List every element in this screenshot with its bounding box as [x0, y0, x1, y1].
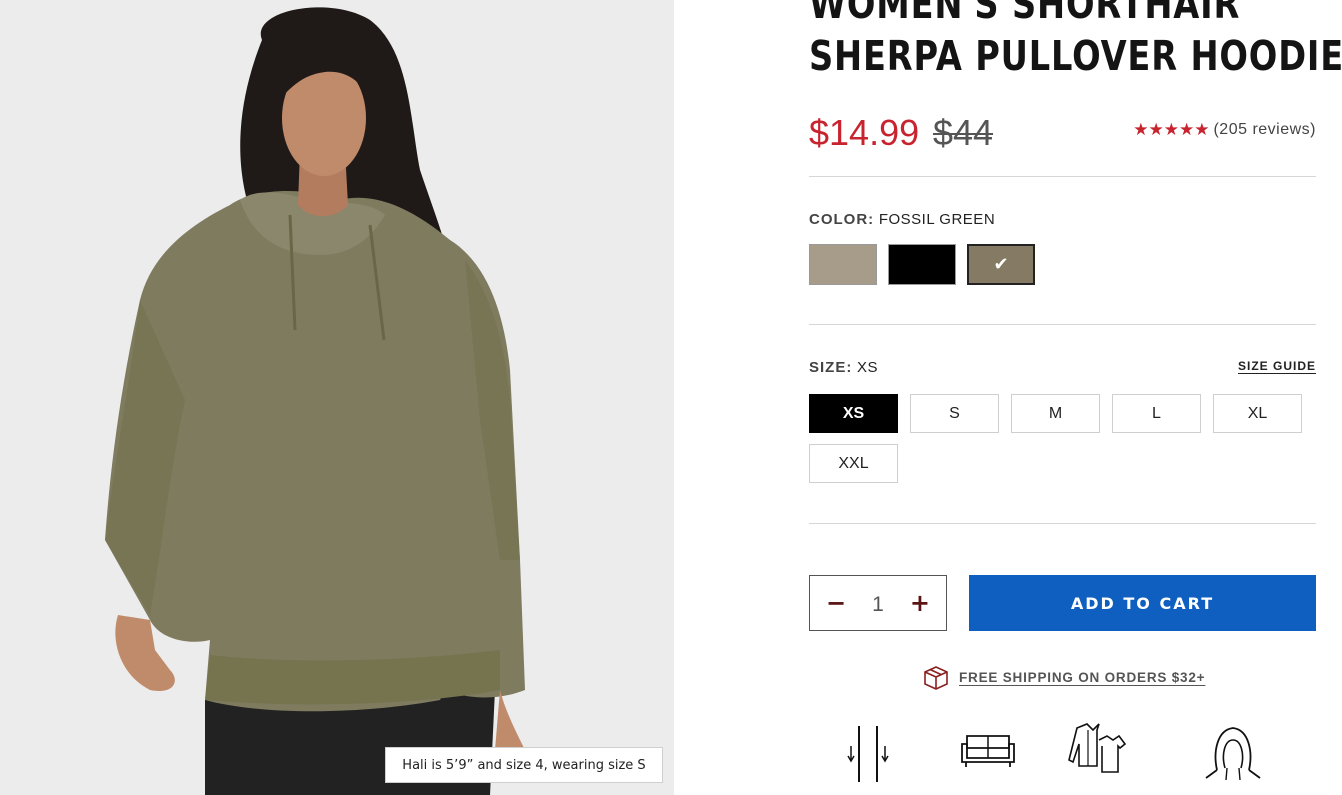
size-option-xxl[interactable]: XXL	[809, 444, 898, 483]
size-label-key: SIZE:	[809, 359, 853, 376]
product-title-line-2: SHERPA PULLOVER HOODIE	[809, 32, 1342, 80]
model-size-caption: Hali is 5’9” and size 4, wearing size S	[385, 747, 663, 783]
rating[interactable]: ★★★★★ (205 reviews)	[1133, 120, 1316, 140]
quantity-input[interactable]: 1	[872, 593, 884, 617]
sale-price: $14.99	[809, 112, 920, 153]
color-swatches: ✔	[809, 244, 1035, 285]
size-option-s[interactable]: S	[910, 394, 999, 433]
swatch-fossil-green[interactable]: ✔	[967, 244, 1035, 285]
model-photo	[0, 0, 674, 795]
size-options: XS S M L XL XXL	[809, 394, 1316, 483]
quantity-stepper: − 1 +	[809, 575, 947, 631]
product-image[interactable]: Hali is 5’9” and size 4, wearing size S	[0, 0, 674, 795]
size-guide-link[interactable]: SIZE GUIDE	[1238, 359, 1316, 373]
feature-icons	[835, 722, 1295, 792]
size-option-xl[interactable]: XL	[1213, 394, 1302, 433]
size-option-l[interactable]: L	[1112, 394, 1201, 433]
size-option-m[interactable]: M	[1011, 394, 1100, 433]
price-row: $14.99 $44 ★★★★★ (205 reviews)	[809, 112, 1316, 156]
length-icon	[847, 726, 889, 782]
star-rating-icon: ★★★★★	[1133, 120, 1210, 140]
size-option-xs[interactable]: XS	[809, 394, 898, 433]
original-price: $44	[933, 112, 994, 153]
divider	[809, 176, 1316, 177]
free-shipping-link[interactable]: FREE SHIPPING ON ORDERS $32+	[959, 670, 1205, 685]
review-count-link[interactable]: (205 reviews)	[1213, 121, 1316, 139]
minus-icon[interactable]: −	[826, 591, 846, 615]
plus-icon[interactable]: +	[910, 591, 930, 615]
free-shipping[interactable]: FREE SHIPPING ON ORDERS $32+	[922, 664, 1205, 690]
box-icon	[924, 666, 948, 690]
color-label-key: COLOR:	[809, 211, 875, 228]
selected-size: XS	[857, 359, 879, 376]
color-label: COLOR: FOSSIL GREEN	[809, 211, 995, 228]
divider	[809, 523, 1316, 524]
jacket-icon	[1068, 723, 1127, 773]
hood-icon	[1205, 727, 1261, 781]
sofa-icon	[961, 735, 1015, 767]
swatch-taupe[interactable]	[809, 244, 877, 285]
check-icon: ✔	[993, 254, 1009, 275]
divider	[809, 324, 1316, 325]
product-title: WOMEN'S SHORTHAIR SHERPA PULLOVER HOODIE	[809, 0, 1342, 82]
add-to-cart-button[interactable]: ADD TO CART	[969, 575, 1316, 631]
swatch-black[interactable]	[888, 244, 956, 285]
size-label: SIZE: XS	[809, 359, 878, 376]
product-title-line-1: WOMEN'S SHORTHAIR	[809, 0, 1241, 28]
selected-color-name: FOSSIL GREEN	[878, 211, 996, 228]
